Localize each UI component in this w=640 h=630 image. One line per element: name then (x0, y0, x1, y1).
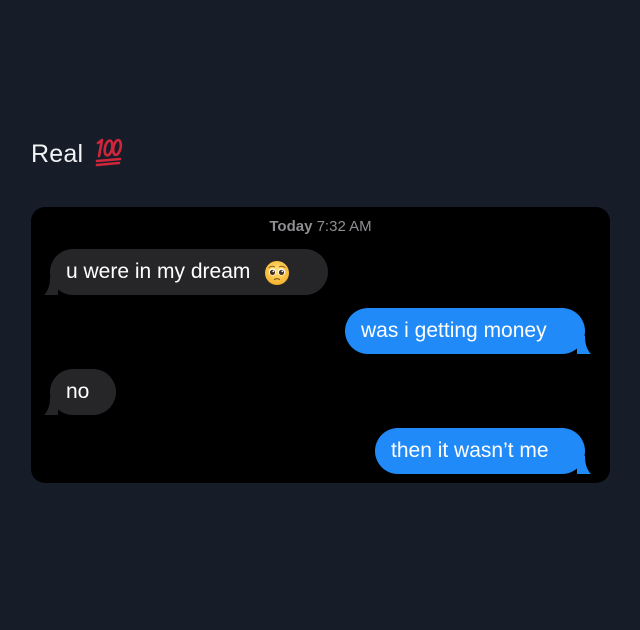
outgoing-message-bubble[interactable]: was i getting money (345, 308, 591, 354)
hundred-points-icon (94, 136, 124, 168)
bubble-tail (577, 336, 591, 354)
timestamp-time: 7:32 AM (316, 218, 372, 235)
pleading-face-icon (264, 257, 290, 286)
outgoing-message-text: then it wasn’t me (391, 439, 549, 462)
message-timestamp: Today 7:32 AM (31, 218, 610, 235)
bubble-tail (44, 277, 58, 295)
incoming-message-text: no (66, 380, 90, 403)
timestamp-day: Today (269, 218, 313, 235)
bubble-tail (577, 456, 591, 474)
incoming-message-bubble[interactable]: u were in my dream (44, 249, 328, 295)
incoming-message-bubble[interactable]: no (44, 369, 116, 415)
message-thread: Today 7:32 AM u were in my dream was i g… (31, 207, 610, 483)
outgoing-message-text: was i getting money (361, 319, 547, 342)
outgoing-message-bubble[interactable]: then it wasn’t me (375, 428, 591, 474)
incoming-message-text: u were in my dream (66, 260, 251, 283)
post-caption: Real (31, 136, 124, 172)
post-caption-text: Real (31, 139, 84, 168)
bubble-tail (44, 397, 58, 415)
